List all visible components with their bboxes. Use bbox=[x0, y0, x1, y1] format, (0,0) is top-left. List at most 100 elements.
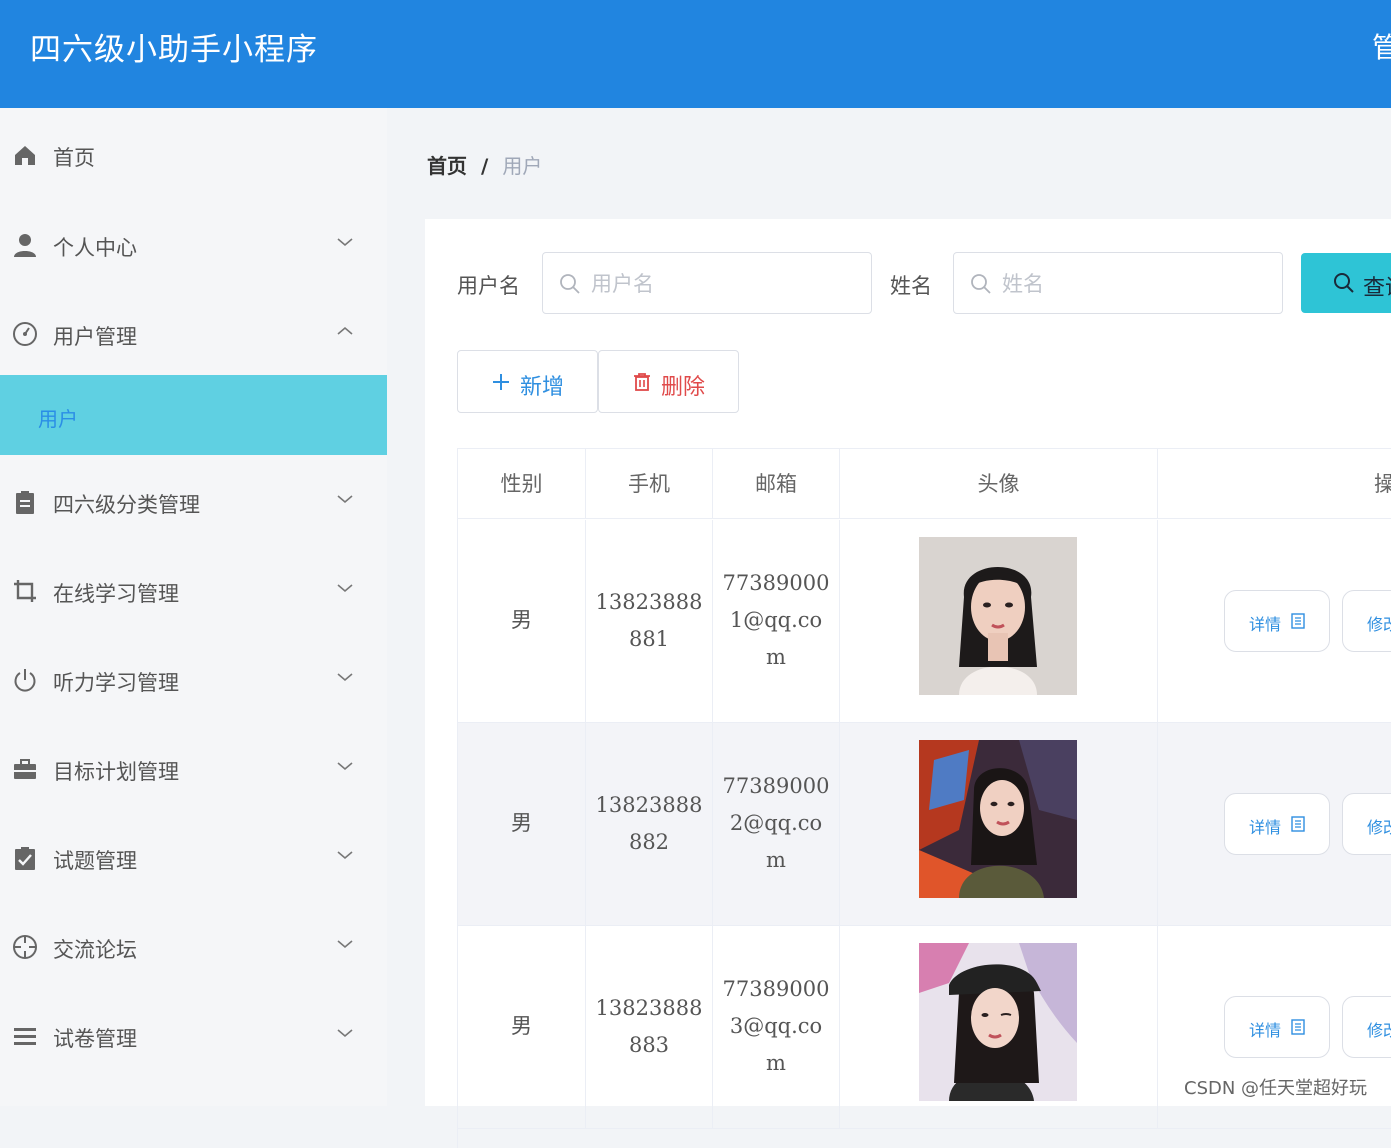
chevron-down-icon bbox=[337, 673, 353, 682]
sidebar-item-label: 个人中心 bbox=[53, 236, 137, 260]
phone-line: 13823888 bbox=[595, 793, 703, 817]
column-label: 手机 bbox=[628, 472, 670, 496]
phone-line: 881 bbox=[628, 627, 670, 651]
chevron-down-icon bbox=[337, 851, 353, 860]
document-icon bbox=[1291, 613, 1305, 629]
breadcrumb-separator: / bbox=[481, 154, 489, 178]
delete-button-label: 删除 bbox=[661, 375, 706, 400]
chevron-up-icon bbox=[337, 326, 353, 335]
list-icon bbox=[14, 1028, 36, 1045]
trash-icon bbox=[634, 373, 650, 391]
table-header-avatar: 头像 bbox=[840, 449, 1158, 519]
home-icon bbox=[15, 146, 35, 165]
briefcase-icon bbox=[14, 759, 36, 779]
phone-cell: 13823888 881 bbox=[586, 520, 713, 723]
query-button[interactable]: 查询 bbox=[1301, 253, 1391, 313]
avatar-cell bbox=[840, 926, 1158, 1129]
email-line: 77389000 bbox=[722, 774, 830, 798]
table-header-phone: 手机 bbox=[586, 449, 713, 519]
sidebar-item-goal-plan[interactable]: 目标计划管理 bbox=[0, 728, 387, 808]
sidebar-item-user-management[interactable]: 用户管理 bbox=[0, 293, 387, 373]
breadcrumb-home[interactable]: 首页 bbox=[427, 154, 467, 178]
email-line: m bbox=[766, 645, 786, 669]
avatar-cell bbox=[840, 520, 1158, 723]
sidebar-item-label: 试卷管理 bbox=[53, 1027, 137, 1051]
column-label: 头像 bbox=[977, 472, 1020, 496]
gender-value: 男 bbox=[511, 1014, 532, 1038]
detail-button[interactable]: 详情 bbox=[1224, 996, 1330, 1058]
phone-cell: 13823888 882 bbox=[586, 723, 713, 926]
avatar-cell bbox=[840, 723, 1158, 926]
phone-cell: 13823888 883 bbox=[586, 926, 713, 1129]
avatar-photo[interactable] bbox=[919, 537, 1077, 695]
column-label: 邮箱 bbox=[755, 472, 797, 496]
username-input[interactable] bbox=[591, 267, 861, 301]
table-row: 男 13823888 881 77389000 1@qq.co m 详情 修 bbox=[458, 520, 1391, 723]
username-label: 用户名 bbox=[457, 274, 520, 298]
avatar-photo[interactable] bbox=[919, 943, 1077, 1101]
sidebar-item-listening-study[interactable]: 听力学习管理 bbox=[0, 639, 387, 719]
sidebar-subitem-user[interactable]: 用户 bbox=[0, 375, 387, 455]
detail-button[interactable]: 详情 bbox=[1224, 793, 1330, 855]
top-header: 四六级小助手小程序 管 bbox=[0, 0, 1391, 108]
sidebar-item-question-management[interactable]: 试题管理 bbox=[0, 817, 387, 897]
chevron-down-icon bbox=[337, 1029, 353, 1038]
edit-button[interactable]: 修改 bbox=[1342, 590, 1391, 652]
phone-line: 882 bbox=[628, 830, 670, 854]
search-icon bbox=[971, 274, 991, 294]
detail-button-label: 详情 bbox=[1249, 615, 1282, 634]
email-line: 77389000 bbox=[722, 977, 830, 1001]
edit-button[interactable]: 修改 bbox=[1342, 996, 1391, 1058]
gender-cell: 男 bbox=[458, 926, 586, 1129]
edit-button-label: 修改 bbox=[1367, 615, 1391, 634]
sidebar-item-forum[interactable]: 交流论坛 bbox=[0, 906, 387, 986]
table-header-actions: 操作 bbox=[1158, 449, 1391, 519]
sidebar-item-exam-paper[interactable]: 试卷管理 bbox=[0, 995, 387, 1075]
email-line: 3@qq.co bbox=[729, 1014, 823, 1038]
app-title: 四六级小助手小程序 bbox=[30, 32, 318, 68]
detail-button-label: 详情 bbox=[1249, 818, 1282, 837]
document-icon bbox=[1291, 816, 1305, 832]
table-header-email: 邮箱 bbox=[713, 449, 840, 519]
sidebar-item-label: 交流论坛 bbox=[53, 938, 137, 962]
sidebar-subitem-label: 用户 bbox=[38, 407, 78, 431]
sidebar-item-label: 试题管理 bbox=[53, 849, 137, 873]
column-label: 操作 bbox=[1374, 472, 1391, 496]
email-line: 2@qq.co bbox=[729, 811, 823, 835]
actions-cell: 详情 修改 bbox=[1158, 520, 1391, 723]
edit-button[interactable]: 修改 bbox=[1342, 793, 1391, 855]
add-button-label: 新增 bbox=[520, 375, 565, 400]
checklist-icon bbox=[15, 847, 35, 870]
name-input[interactable] bbox=[1002, 267, 1272, 301]
sidebar-item-online-study[interactable]: 在线学习管理 bbox=[0, 550, 387, 630]
email-cell: 77389000 1@qq.co m bbox=[713, 520, 840, 723]
sidebar-item-label: 听力学习管理 bbox=[53, 671, 179, 695]
detail-button[interactable]: 详情 bbox=[1224, 590, 1330, 652]
sidebar-item-home[interactable]: 首页 bbox=[0, 114, 387, 194]
email-line: 77389000 bbox=[722, 571, 830, 595]
delete-button[interactable]: 删除 bbox=[598, 350, 739, 413]
header-admin-link[interactable]: 管 bbox=[1372, 26, 1391, 66]
email-cell: 77389000 3@qq.co m bbox=[713, 926, 840, 1129]
chevron-down-icon bbox=[337, 238, 353, 247]
sidebar-item-category-management[interactable]: 四六级分类管理 bbox=[0, 461, 387, 541]
crop-icon bbox=[14, 580, 36, 602]
user-table: 性别 手机 邮箱 头像 操作 男 13823888 881 77389000 1… bbox=[457, 448, 1391, 1148]
sidebar: 首页 个人中心 用户管理 用户 四六级分类管理 在线学习管理 听力学习管理 目标… bbox=[0, 108, 387, 1106]
add-button[interactable]: 新增 bbox=[457, 350, 598, 413]
query-button-label: 查询 bbox=[1363, 276, 1391, 301]
search-icon bbox=[560, 274, 580, 294]
search-icon bbox=[1334, 273, 1354, 293]
username-search-field bbox=[542, 252, 872, 314]
chevron-down-icon bbox=[337, 584, 353, 593]
sidebar-item-label: 四六级分类管理 bbox=[53, 493, 200, 517]
sidebar-item-profile[interactable]: 个人中心 bbox=[0, 204, 387, 284]
crosshair-icon bbox=[13, 935, 37, 959]
avatar-photo[interactable] bbox=[919, 740, 1077, 898]
sidebar-item-label: 目标计划管理 bbox=[53, 760, 179, 784]
chevron-down-icon bbox=[337, 940, 353, 949]
name-search-field bbox=[953, 252, 1283, 314]
clipboard-icon bbox=[16, 491, 34, 514]
name-label: 姓名 bbox=[890, 274, 932, 298]
gender-value: 男 bbox=[511, 608, 532, 632]
